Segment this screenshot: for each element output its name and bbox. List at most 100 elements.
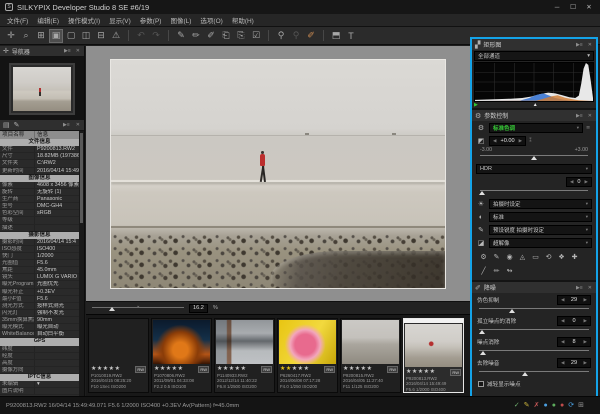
exposure-stepper[interactable]: ◀ +0.00 ▶ — [489, 136, 527, 146]
stepper-right-icon[interactable]: ▶ — [584, 339, 587, 345]
reject-mark-icon[interactable]: ✗ — [534, 402, 540, 410]
check-mark-icon[interactable]: ✓ — [514, 402, 520, 410]
menu-item[interactable]: 文件(F) — [7, 15, 28, 25]
minimize-button[interactable]: ─ — [551, 4, 563, 11]
star-icon[interactable]: ★ — [223, 365, 228, 373]
nr-slider[interactable] — [479, 348, 589, 356]
star-icon[interactable]: ★ — [178, 365, 183, 373]
warning-display-icon[interactable]: ⚠ — [109, 29, 123, 43]
navigator-thumbnail[interactable] — [9, 62, 75, 115]
histogram-channel-select[interactable]: 全部通道 ▾ — [474, 51, 594, 61]
tone-curve-icon[interactable]: ✎ — [491, 252, 502, 262]
pen-mark-icon[interactable]: ✎ — [524, 402, 530, 410]
taste-select[interactable]: 标准色调 ▾ — [489, 123, 583, 133]
panel-close-icon[interactable]: ✕ — [75, 122, 81, 128]
redo-icon[interactable]: ↷ — [149, 29, 163, 43]
retouch-brush-icon[interactable]: ✐ — [304, 29, 318, 43]
crop-tool-icon[interactable]: ▭ — [530, 252, 541, 262]
sharpness-pen-select[interactable]: 预设锐度 拍摄时设定 ▾ — [489, 225, 592, 235]
star-icon[interactable]: ★ — [298, 365, 303, 373]
zoom-slider[interactable]: ⌄ — [92, 304, 184, 312]
star-icon[interactable]: ★ — [349, 365, 354, 373]
star-icon[interactable]: ★ — [115, 365, 120, 373]
nr-slider-thumb[interactable] — [509, 309, 515, 313]
nr-slider[interactable] — [479, 327, 589, 335]
menu-item[interactable]: 编辑(E) — [37, 15, 59, 25]
star-rating[interactable]: ★ ★ ★ ★ ★ RW — [89, 365, 148, 373]
dodge-tool-icon[interactable]: ◉ — [504, 252, 515, 262]
star-rating[interactable]: ★ ★ ★ ★ ★ RW — [215, 365, 274, 373]
marker-pen3-icon[interactable]: ✐ — [204, 29, 218, 43]
close-button[interactable]: ✕ — [583, 3, 595, 11]
star-icon[interactable]: ★ — [424, 368, 429, 376]
star-icon[interactable]: ★ — [235, 365, 240, 373]
menu-item[interactable]: 帮助(H) — [232, 15, 254, 25]
star-rating[interactable]: ★ ★ ★ ★ ★ RW — [152, 365, 211, 373]
star-icon[interactable]: ★ — [166, 365, 171, 373]
view-thumbnail-icon[interactable]: ⊞ — [34, 29, 48, 43]
panel-menu-icon[interactable]: ▶≡ — [575, 285, 584, 291]
panel-menu-icon[interactable]: ▶≡ — [575, 42, 584, 48]
white-balance-sun-select[interactable]: 拍摄时设定 ▾ — [489, 199, 592, 209]
view-split2-icon[interactable]: ◫ — [79, 29, 93, 43]
menu-item[interactable]: 操作模式(I) — [68, 15, 100, 25]
panel-menu-icon[interactable]: ▶≡ — [62, 122, 71, 128]
star-icon[interactable]: ★ — [154, 365, 159, 373]
star-icon[interactable]: ★ — [160, 365, 165, 373]
auto-exposure-icon[interactable]: ⁑ — [529, 138, 535, 144]
param-copy-icon[interactable]: ⎗ — [219, 29, 233, 43]
nr-stepper[interactable]: ◀ 29 ▶ — [557, 295, 591, 305]
zoom-slider-thumb[interactable] — [108, 307, 115, 311]
metadata-row[interactable]: 未编辑 ▾ — [0, 381, 79, 389]
star-icon[interactable]: ★ — [304, 365, 309, 373]
maximize-button[interactable]: ☐ — [567, 3, 579, 11]
filmstrip-thumbnail[interactable]: ★ ★ ★ ★ ★ RW P1010019.RW2 2016/04/15 08:25:20 F1… — [88, 318, 149, 393]
star-icon[interactable]: ★ — [343, 365, 348, 373]
star-icon[interactable]: ★ — [217, 365, 222, 373]
marker-pen1-icon[interactable]: ✎ — [174, 29, 188, 43]
red-dot-icon[interactable]: ● — [560, 402, 564, 410]
green-dot-icon[interactable]: ● — [552, 402, 556, 410]
star-icon[interactable]: ★ — [172, 365, 177, 373]
stepper-left-icon[interactable]: ◀ — [561, 360, 564, 366]
main-photo[interactable] — [110, 58, 446, 289]
tab-properties-icon[interactable]: ▤ — [3, 121, 10, 129]
tab-edit-icon[interactable]: ✎ — [14, 121, 20, 129]
add-tool-icon[interactable]: ✚ — [569, 252, 580, 262]
panel-menu-icon[interactable]: ▶≡ — [575, 113, 584, 119]
text-tool-icon[interactable]: T — [344, 29, 358, 43]
star-icon[interactable]: ★ — [367, 365, 372, 373]
panel-close-icon[interactable]: ✕ — [75, 48, 81, 54]
undo-icon[interactable]: ↶ — [134, 29, 148, 43]
menu-item[interactable]: 选项(O) — [200, 15, 222, 25]
stepper-right-icon[interactable]: ▶ — [519, 138, 522, 144]
curve-tool-icon[interactable]: ↬ — [504, 266, 515, 276]
star-icon[interactable]: ★ — [241, 365, 246, 373]
nr-slider-thumb[interactable] — [479, 330, 486, 334]
spot-tool-icon[interactable]: ✏ — [491, 266, 502, 276]
param-check-icon[interactable]: ☑ — [249, 29, 263, 43]
nr-slider-thumb[interactable] — [522, 372, 529, 376]
star-icon[interactable]: ★ — [292, 365, 297, 373]
star-icon[interactable]: ★ — [286, 365, 291, 373]
star-rating[interactable]: ★ ★ ★ ★ ★ RW — [341, 365, 400, 373]
star-icon[interactable]: ★ — [229, 365, 234, 373]
panel-close-icon[interactable]: ✕ — [587, 42, 593, 48]
develop-key2-icon[interactable]: ⚲ — [289, 29, 303, 43]
star-icon[interactable]: ★ — [412, 368, 417, 376]
taste-more-icon[interactable]: ≣ — [586, 125, 592, 131]
noise-reduction-select[interactable]: 超解像 ▾ — [489, 238, 592, 248]
level-tool-icon[interactable]: ◬ — [517, 252, 528, 262]
hdr-slider[interactable] — [479, 188, 588, 197]
stepper-right-icon[interactable]: ▶ — [584, 318, 587, 324]
nr-stepper[interactable]: ◀ 0 ▶ — [557, 316, 591, 326]
view-preview-icon[interactable]: ▢ — [64, 29, 78, 43]
param-paste-icon[interactable]: ⎘ — [234, 29, 248, 43]
filmstrip-thumbnail[interactable]: ★ ★ ★ ★ ★ RW P6260417.RW2 2014/06/08 07:17:28 F4… — [277, 318, 338, 393]
filmstrip-thumbnail[interactable]: ★ ★ ★ ★ ★ RW P9200813.RW2 2016/04/14 15:49:49 F5… — [403, 318, 464, 393]
star-rating[interactable]: ★ ★ ★ ★ ★ RW — [404, 368, 463, 376]
grid-mark-icon[interactable]: ⊞ — [578, 402, 584, 410]
line-tool-icon[interactable]: ╱ — [478, 266, 489, 276]
star-icon[interactable]: ★ — [361, 365, 366, 373]
filmstrip-thumbnail[interactable]: ★ ★ ★ ★ ★ RW P9200815.RW2 2016/04/05 11:27:40 F1… — [340, 318, 401, 393]
